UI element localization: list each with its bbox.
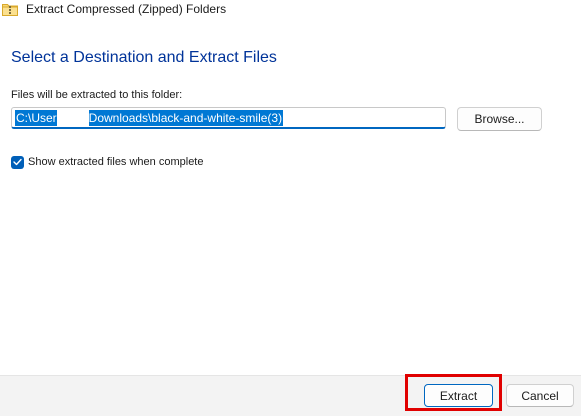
redacted-username (56, 109, 89, 126)
path-suffix: Downloads\black-and-white-smile(3) (88, 110, 283, 125)
zip-folder-icon (2, 2, 18, 16)
destination-path-input[interactable]: C:\User Downloads\black-and-white-smile(3… (11, 107, 446, 129)
destination-label: Files will be extracted to this folder: (11, 89, 183, 101)
page-heading: Select a Destination and Extract Files (11, 49, 277, 66)
extract-button[interactable]: Extract (424, 384, 493, 407)
extract-dialog: Extract Compressed (Zipped) Folders Sele… (0, 0, 581, 416)
window-title: Extract Compressed (Zipped) Folders (26, 2, 227, 16)
path-prefix: C:\User (16, 110, 57, 125)
show-files-label: Show extracted files when complete (28, 156, 204, 168)
checkmark-icon (13, 158, 22, 166)
show-files-option[interactable]: Show extracted files when complete (11, 155, 203, 169)
cancel-button[interactable]: Cancel (506, 384, 574, 407)
browse-button[interactable]: Browse... (457, 107, 542, 131)
show-files-checkbox[interactable] (11, 155, 24, 169)
selected-path-text: C:\User Downloads\black-and-white-smile(3… (15, 109, 284, 126)
